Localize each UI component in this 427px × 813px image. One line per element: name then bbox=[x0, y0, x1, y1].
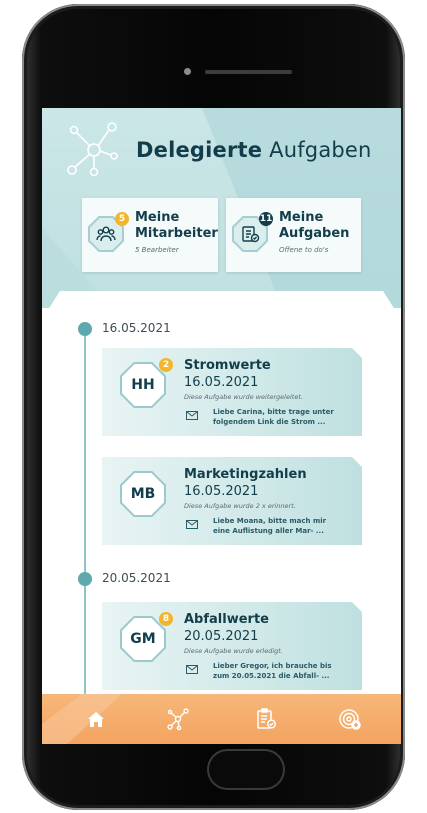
network-icon[interactable] bbox=[166, 707, 190, 731]
card-subtitle: 5 Bearbeiter bbox=[135, 246, 179, 254]
task-message-line2: eine Auflistung aller Mar- ... bbox=[213, 527, 324, 535]
task-message: Liebe Carina, bitte trage unter folgende… bbox=[213, 407, 334, 427]
my-tasks-card[interactable]: 11 Meine Aufgaben Offene to do's bbox=[226, 198, 361, 272]
mail-icon bbox=[186, 411, 198, 420]
task-title: Marketingzahlen bbox=[184, 467, 307, 482]
task-note: Diese Aufgabe wurde erledigt. bbox=[184, 647, 283, 655]
mail-icon bbox=[186, 520, 198, 529]
tasks-count-badge: 11 bbox=[259, 212, 273, 226]
target-add-icon[interactable] bbox=[338, 707, 362, 731]
title-light: Aufgaben bbox=[269, 138, 372, 162]
timeline-date: 20.05.2021 bbox=[102, 571, 171, 585]
camera bbox=[184, 68, 191, 75]
task-card[interactable]: GM 8 Abfallwerte 20.05.2021 Diese Aufgab… bbox=[102, 602, 362, 690]
assignee-initials: GM bbox=[130, 631, 156, 647]
task-message-line1: Liebe Moana, bitte mach mir bbox=[213, 517, 327, 525]
task-message-line1: Liebe Carina, bitte trage unter bbox=[213, 408, 334, 416]
task-title: Abfallwerte bbox=[184, 612, 269, 627]
task-card[interactable]: MB Marketingzahlen 16.05.2021 Diese Aufg… bbox=[102, 457, 362, 545]
task-title: Stromwerte bbox=[184, 358, 271, 373]
task-date: 16.05.2021 bbox=[184, 484, 259, 499]
app-screen: Delegierte Aufgaben 5 Meine Mitarbeiter … bbox=[42, 108, 401, 744]
network-logo-icon bbox=[67, 122, 118, 176]
task-note: Diese Aufgabe wurde weitergeleitet. bbox=[184, 393, 303, 401]
timeline-dot bbox=[78, 572, 92, 586]
task-note: Diese Aufgabe wurde 2 x erinnert. bbox=[184, 502, 296, 510]
page-title: Delegierte Aufgaben bbox=[136, 138, 372, 162]
task-message-line2: zum 20.05.2021 die Abfall- ... bbox=[213, 672, 330, 680]
card-title-line1: Meine bbox=[135, 210, 180, 225]
clipboard-icon[interactable] bbox=[254, 707, 278, 731]
my-employees-card[interactable]: 5 Meine Mitarbeiter 5 Bearbeiter bbox=[82, 198, 218, 272]
card-title-line1: Meine bbox=[279, 210, 324, 225]
card-title: Meine Aufgaben bbox=[279, 210, 349, 242]
assignee-initials: MB bbox=[130, 486, 156, 502]
home-button[interactable] bbox=[207, 749, 285, 790]
task-date: 20.05.2021 bbox=[184, 629, 259, 644]
task-message-line1: Lieber Gregor, ich brauche bis bbox=[213, 662, 332, 670]
task-message-line2: folgendem Link die Strom ... bbox=[213, 418, 326, 426]
task-message: Lieber Gregor, ich brauche bis zum 20.05… bbox=[213, 661, 332, 681]
card-subtitle: Offene to do's bbox=[279, 246, 329, 254]
assignee-initials: HH bbox=[131, 377, 155, 393]
timeline-date: 16.05.2021 bbox=[102, 321, 171, 335]
card-title: Meine Mitarbeiter bbox=[135, 210, 218, 242]
task-date: 16.05.2021 bbox=[184, 375, 259, 390]
timeline-dot bbox=[78, 322, 92, 336]
speaker bbox=[205, 70, 292, 74]
bottom-nav bbox=[42, 694, 401, 744]
card-title-line2: Mitarbeiter bbox=[135, 226, 218, 241]
task-badge: 8 bbox=[159, 612, 173, 626]
employees-count-badge: 5 bbox=[115, 212, 129, 226]
timeline-line bbox=[84, 330, 86, 730]
mail-icon bbox=[186, 665, 198, 674]
task-badge: 2 bbox=[159, 358, 173, 372]
card-title-line2: Aufgaben bbox=[279, 226, 350, 241]
home-icon[interactable] bbox=[84, 707, 108, 731]
task-message: Liebe Moana, bitte mach mir eine Auflist… bbox=[213, 516, 326, 536]
task-card[interactable]: HH 2 Stromwerte 16.05.2021 Diese Aufgabe… bbox=[102, 348, 362, 436]
title-bold: Delegierte bbox=[136, 138, 263, 162]
